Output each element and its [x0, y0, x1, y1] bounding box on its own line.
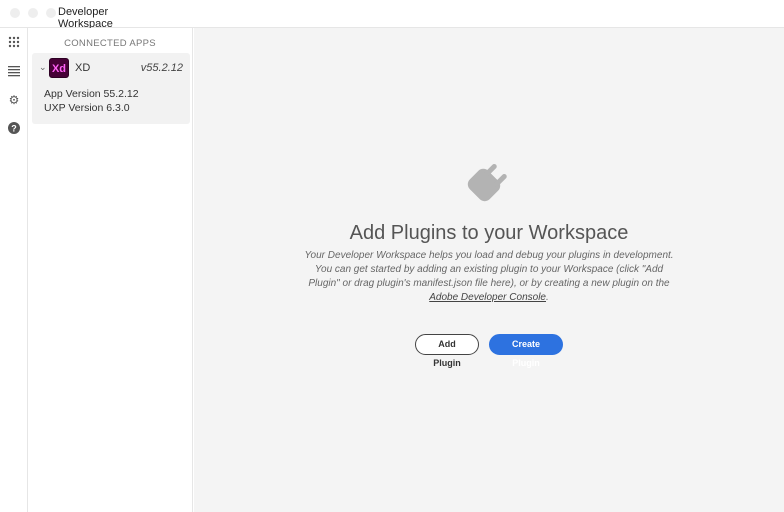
empty-state-title: Add Plugins to your Workspace: [349, 222, 629, 244]
app-card-xd[interactable]: ⌄ Xd XD v55.2.12 App Version 55.2.12 UXP …: [32, 53, 190, 124]
help-icon[interactable]: ?: [7, 122, 21, 136]
chevron-down-icon[interactable]: ⌄: [39, 62, 47, 73]
window-controls[interactable]: [10, 8, 56, 18]
connected-apps-heading: CONNECTED APPS: [64, 38, 156, 49]
connected-apps-panel: CONNECTED APPS ⌄ Xd XD v55.2.12 App Vers…: [28, 28, 193, 512]
app-name: XD: [75, 62, 91, 74]
empty-state-description: Your Developer Workspace helps you load …: [304, 249, 674, 305]
workspace-main: Add Plugins to your Workspace Your Devel…: [194, 28, 784, 512]
list-icon[interactable]: [7, 65, 21, 79]
app-version: App Version 55.2.12: [44, 88, 139, 100]
xd-app-icon: Xd: [49, 58, 69, 78]
zoom-window-button[interactable]: [46, 8, 56, 18]
minimize-window-button[interactable]: [28, 8, 38, 18]
apps-grid-icon[interactable]: [7, 36, 21, 50]
gear-icon[interactable]: ⚙: [7, 93, 21, 107]
add-plugin-button[interactable]: Add Plugin: [415, 334, 479, 368]
close-window-button[interactable]: [10, 8, 20, 18]
uxp-version: UXP Version 6.3.0: [44, 102, 130, 114]
title-bar: Developer Workspace: [0, 0, 784, 38]
plug-icon: [467, 163, 507, 202]
svg-text:?: ?: [11, 124, 17, 134]
description-end: .: [545, 292, 549, 303]
description-line-2: You can get started by adding an existin…: [308, 264, 670, 289]
app-version-badge: v55.2.12: [140, 62, 183, 74]
description-line-1: Your Developer Workspace helps you load …: [304, 250, 674, 261]
create-plugin-button[interactable]: Create Plugin: [489, 334, 563, 368]
adobe-developer-console-link[interactable]: Adobe Developer Console: [429, 292, 546, 303]
icon-rail: ⚙ ?: [0, 28, 28, 512]
